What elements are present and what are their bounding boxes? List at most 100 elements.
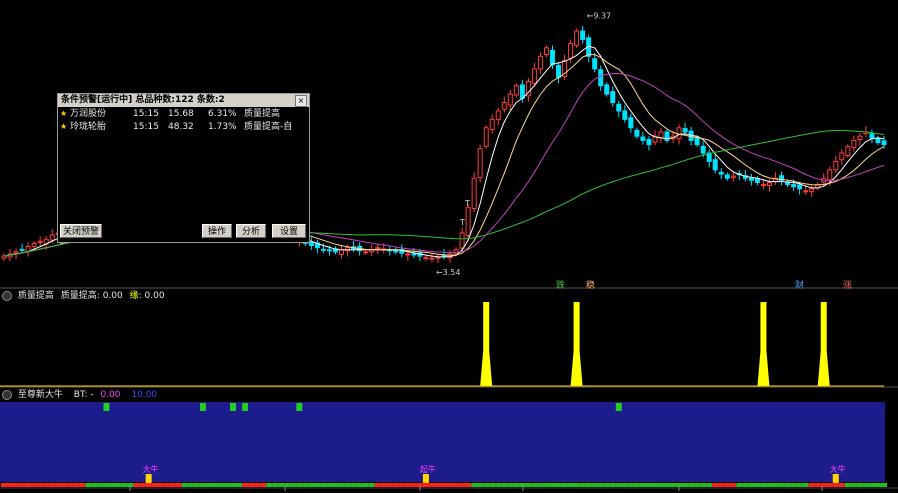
- panel-settings-icon[interactable]: [2, 290, 12, 301]
- candle-body: [435, 256, 441, 259]
- candle-body: [375, 247, 381, 250]
- trend-strip-cell: [796, 483, 803, 487]
- candle-body: [869, 133, 875, 139]
- trend-strip-cell: [881, 483, 887, 487]
- signal-spike: [817, 302, 830, 386]
- trend-strip-cell: [694, 483, 701, 487]
- trend-strip-cell: [531, 483, 538, 487]
- trend-strip-cell: [627, 483, 634, 487]
- bull-bar: [422, 474, 429, 483]
- trend-strip-cell: [217, 483, 224, 487]
- candle-body: [37, 240, 43, 243]
- alert-time: 15:15: [133, 122, 159, 132]
- signal-panel: [0, 302, 884, 387]
- trend-strip-cell: [13, 483, 20, 487]
- trend-strip-cell: [434, 483, 441, 487]
- alert-window[interactable]: 条件预警[运行中] 总品种数:122 条数:2 × ★ 万润股份 15:15 1…: [57, 93, 310, 243]
- trend-strip-cell: [874, 483, 881, 487]
- trend-strip-cell: [85, 483, 92, 487]
- close-alert-button[interactable]: 关闭预警: [60, 224, 102, 238]
- trend-strip-cell: [856, 483, 863, 487]
- trend-strip-cell: [410, 483, 417, 487]
- alert-pct: 1.73%: [208, 122, 237, 132]
- settings-button[interactable]: 设置: [272, 224, 306, 238]
- trend-strip-cell: [537, 483, 544, 487]
- panel3-field1-value: 0.00: [100, 390, 121, 400]
- analyze-button[interactable]: 分析: [236, 224, 266, 238]
- trend-strip-cell: [31, 483, 38, 487]
- signal-label-wen: 稳: [586, 281, 596, 291]
- alert-price: 15.68: [168, 109, 194, 119]
- trend-strip-cell: [428, 483, 435, 487]
- trend-strip-cell: [308, 483, 315, 487]
- candle-body: [507, 93, 513, 106]
- candle-body: [423, 256, 429, 260]
- trend-strip-cell: [573, 483, 580, 487]
- candle-body: [797, 184, 803, 190]
- candle-body: [730, 175, 736, 178]
- trend-strip-cell: [670, 483, 677, 487]
- trend-strip-cell: [561, 483, 568, 487]
- alert-title-bar[interactable]: 条件预警[运行中] 总品种数:122 条数:2 ×: [58, 94, 309, 107]
- panel3-field2-value: 10.00: [131, 390, 158, 400]
- candle-body: [604, 84, 610, 95]
- candle-body: [501, 102, 507, 110]
- trend-strip-cell: [404, 483, 411, 487]
- candle-body: [537, 55, 543, 70]
- panel2-header: 质量提高 质量提高: 0.00 缘: 0.00: [0, 289, 165, 303]
- trend-strip-cell: [386, 483, 393, 487]
- candle-body: [766, 181, 772, 186]
- operate-button[interactable]: 操作: [202, 224, 232, 238]
- candle-body: [827, 169, 833, 181]
- trend-strip-cell: [736, 483, 743, 487]
- alert-button-bar: 关闭预警 操作 分析 设置: [58, 224, 309, 240]
- t-marker: T: [464, 199, 470, 208]
- candle-body: [49, 234, 55, 241]
- candle-body: [531, 68, 537, 84]
- candle-body: [19, 248, 25, 251]
- trend-strip-cell: [730, 483, 737, 487]
- trend-strip-cell: [639, 483, 646, 487]
- trend-strip-cell: [651, 483, 658, 487]
- bull-top-marker: [199, 403, 206, 411]
- signal-spike: [480, 302, 493, 386]
- close-icon[interactable]: ×: [295, 95, 307, 107]
- panel2-field1-label: 质量提高:: [60, 291, 100, 301]
- candle-body: [483, 127, 489, 147]
- candle-body: [405, 253, 411, 256]
- trend-strip-cell: [49, 483, 56, 487]
- trend-strip-cell: [748, 483, 755, 487]
- trend-strip-cell: [157, 483, 164, 487]
- candle-body: [568, 43, 574, 59]
- trend-strip-cell: [682, 483, 689, 487]
- trend-strip-cell: [338, 483, 345, 487]
- trend-strip-cell: [224, 483, 231, 487]
- trend-strip-cell: [754, 483, 761, 487]
- panel-settings-icon[interactable]: [2, 389, 12, 400]
- candle-body: [339, 249, 345, 255]
- trend-strip-cell: [838, 483, 845, 487]
- trend-strip-cell: [802, 483, 809, 487]
- candle-body: [640, 136, 646, 141]
- alert-row[interactable]: ★ 玲珑轮胎 15:15 48.32 1.73% 质量提高-自: [58, 121, 309, 133]
- candle-body: [791, 184, 797, 188]
- candle-body: [495, 110, 501, 120]
- trend-strip-cell: [850, 483, 857, 487]
- trend-strip-cell: [254, 483, 261, 487]
- candle-body: [459, 232, 465, 249]
- candle-body: [1, 255, 7, 259]
- candle-body: [628, 117, 634, 129]
- trend-strip-cell: [380, 483, 387, 487]
- trend-strip-cell: [242, 483, 249, 487]
- panel3-header: 至尊新大牛 BT: - 0.00 10.00: [0, 388, 157, 402]
- candle-body: [556, 65, 562, 78]
- candle-body: [839, 152, 845, 161]
- trend-strip-cell: [260, 483, 267, 487]
- trend-strip-cell: [778, 483, 785, 487]
- alert-row[interactable]: ★ 万润股份 15:15 15.68 6.31% 质量提高: [58, 108, 309, 120]
- trend-strip-cell: [555, 483, 562, 487]
- star-icon: ★: [60, 109, 68, 118]
- candle-body: [13, 251, 19, 254]
- panel3-background: [0, 402, 885, 482]
- candle-body: [477, 148, 483, 178]
